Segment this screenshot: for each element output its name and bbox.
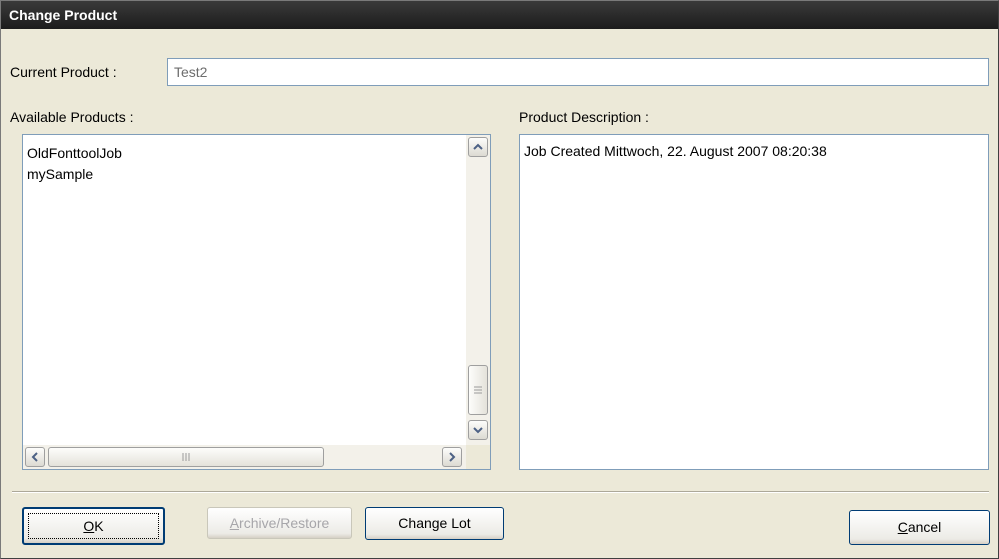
list-item[interactable]: OldFonttoolJob bbox=[27, 145, 122, 161]
available-products-list[interactable]: OldFonttoolJob mySample bbox=[22, 134, 491, 470]
cancel-button[interactable]: Cancel bbox=[849, 510, 990, 545]
title-bar[interactable]: Change Product bbox=[1, 1, 998, 29]
scrollbar-corner bbox=[466, 445, 490, 469]
cancel-button-label: Cancel bbox=[897, 519, 942, 535]
current-product-label: Current Product : bbox=[10, 64, 117, 80]
product-description-text: Job Created Mittwoch, 22. August 2007 08… bbox=[524, 143, 827, 159]
list-item[interactable]: mySample bbox=[27, 166, 93, 182]
separator bbox=[12, 491, 989, 493]
horizontal-scrollbar[interactable] bbox=[23, 445, 466, 469]
product-description-box[interactable]: Job Created Mittwoch, 22. August 2007 08… bbox=[519, 134, 989, 470]
scrollbar-grip-icon bbox=[182, 453, 190, 461]
window-title: Change Product bbox=[9, 7, 118, 23]
change-lot-label: Change Lot bbox=[398, 515, 471, 531]
current-product-field[interactable]: Test2 bbox=[167, 58, 989, 86]
product-description-label: Product Description : bbox=[519, 109, 649, 125]
current-product-value: Test2 bbox=[174, 64, 208, 80]
horizontal-scroll-thumb[interactable] bbox=[48, 447, 324, 467]
vertical-scroll-thumb[interactable] bbox=[468, 365, 488, 415]
scroll-right-button[interactable] bbox=[442, 447, 462, 467]
chevron-down-icon bbox=[473, 427, 483, 434]
scroll-up-button[interactable] bbox=[468, 137, 488, 157]
scroll-left-button[interactable] bbox=[25, 447, 45, 467]
available-products-label: Available Products : bbox=[10, 109, 134, 125]
scrollbar-grip-icon bbox=[474, 386, 482, 394]
ok-button[interactable]: OK bbox=[22, 507, 165, 545]
archive-restore-button[interactable]: Archive/Restore bbox=[207, 507, 352, 539]
archive-restore-label: Archive/Restore bbox=[229, 515, 330, 531]
change-lot-button[interactable]: Change Lot bbox=[365, 507, 504, 540]
change-product-dialog: Change Product Current Product : Test2 A… bbox=[0, 0, 999, 559]
vertical-scrollbar[interactable] bbox=[466, 135, 490, 446]
chevron-left-icon bbox=[31, 452, 38, 462]
scroll-down-button[interactable] bbox=[468, 420, 488, 440]
chevron-up-icon bbox=[473, 143, 483, 150]
focus-rectangle: OK bbox=[28, 513, 159, 539]
ok-button-label: OK bbox=[83, 518, 104, 534]
chevron-right-icon bbox=[449, 452, 456, 462]
